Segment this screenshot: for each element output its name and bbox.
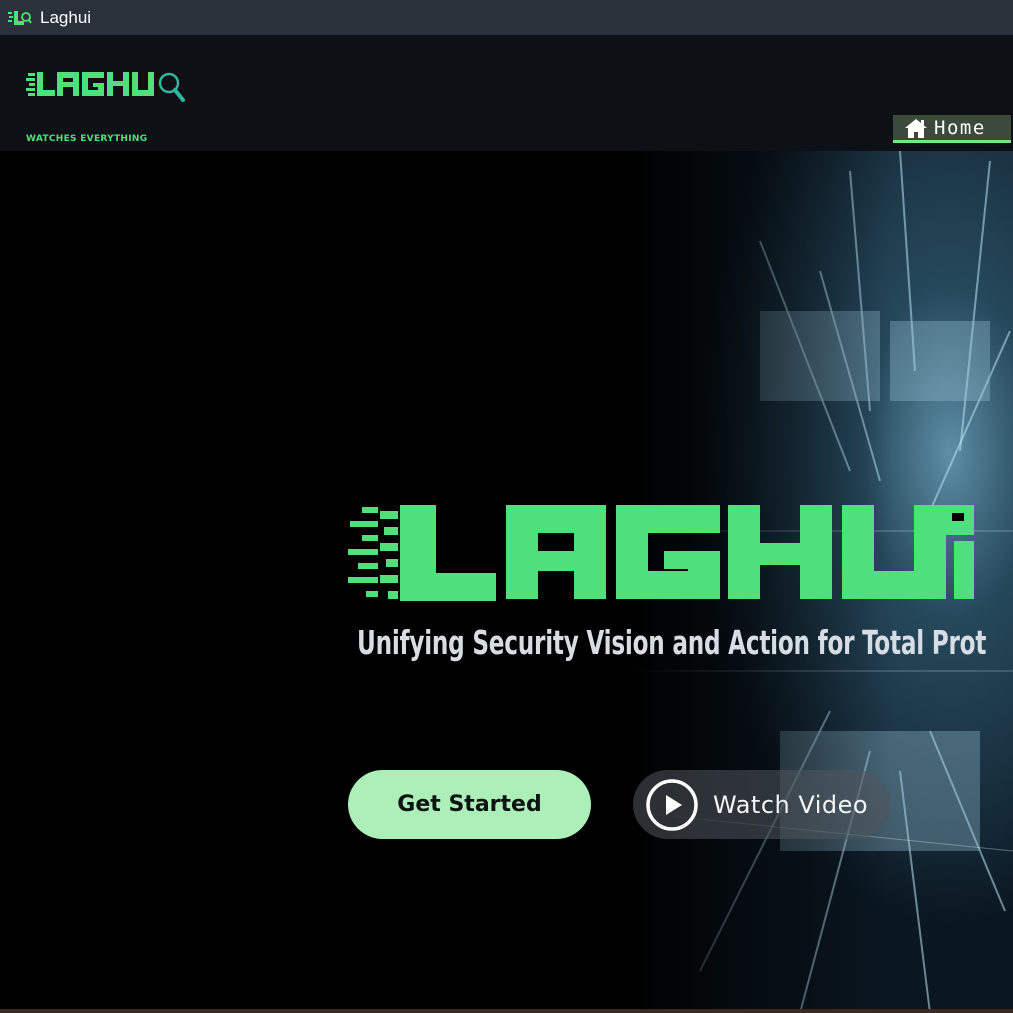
hero-tagline: Unifying Security Vision and Action for … <box>357 623 987 662</box>
window-titlebar: Laghui <box>0 0 1013 35</box>
hero-section: Unifying Security Vision and Action for … <box>0 151 1013 1013</box>
watch-video-button[interactable]: Watch Video <box>633 770 891 839</box>
nav-home-label: Home <box>934 116 986 139</box>
home-icon <box>905 118 927 138</box>
get-started-button[interactable]: Get Started <box>348 770 591 839</box>
play-icon <box>646 778 698 831</box>
site-header: WATCHES EVERYTHING Home <box>0 35 1013 151</box>
window-title: Laghui <box>40 7 92 27</box>
brand-tagline: WATCHES EVERYTHING <box>26 134 148 144</box>
brand-logo[interactable] <box>26 69 188 111</box>
window-bottom-edge <box>0 1009 1013 1013</box>
watch-video-label: Watch Video <box>713 790 869 819</box>
nav-home-link[interactable]: Home <box>893 115 1011 143</box>
laghui-app-icon <box>8 10 32 25</box>
hero-logo <box>348 505 974 601</box>
